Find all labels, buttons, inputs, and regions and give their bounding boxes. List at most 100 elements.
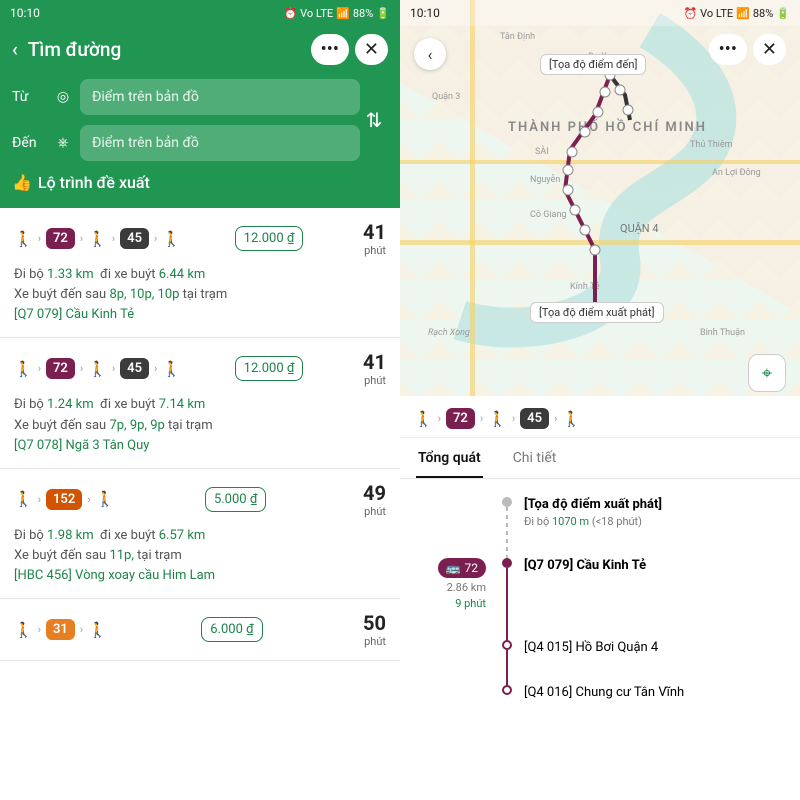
bus-dist: 2.86 km [416,581,486,594]
price-badge: 6.000 ₫ [201,617,262,642]
chevron-right-icon: › [38,493,41,506]
bus-chip: 72 [446,408,475,429]
walk-icon: 🚶 [562,410,581,428]
route-detail: Đi bộ 1.33 km đi xe buýt 6.44 kmXe buýt … [14,265,386,325]
timeline: [Tọa độ điểm xuất phát] Đi bộ 1070 m (<1… [400,479,800,700]
status-time: 10:10 [410,6,440,20]
battery-icon: 🔋 [376,7,390,20]
to-input[interactable]: Điểm trên bản đồ [80,125,360,161]
close-button[interactable]: ✕ [355,34,388,65]
bus-icon: 🚌 [446,561,461,575]
walk-icon: 🚶 [88,230,107,248]
chevron-right-icon: › [480,412,483,425]
tabs: Tổng quát Chi tiết [400,438,800,479]
route-card[interactable]: 🚶›72›🚶›45›🚶12.000 ₫41phútĐi bộ 1.33 km đ… [0,208,400,338]
to-label: Đến [12,135,46,151]
status-bar: 10:10 ⏰ Vo LTE 📶 88% 🔋 [400,0,800,26]
more-button[interactable]: ••• [709,34,747,65]
network-label: Vo LTE [700,7,733,20]
battery-icon: 🔋 [776,7,790,20]
locate-button[interactable]: ⌖ [748,354,786,392]
signal-icon: 📶 [336,7,350,20]
dest-callout[interactable]: [Tọa độ điểm đến] [540,54,646,75]
tl-stop: [Q4 015] Hồ Bơi Quận 4 [524,640,784,655]
walk-icon: 🚶 [96,490,115,508]
duration: 41phút [363,350,386,387]
swap-button[interactable]: ⇅ [360,108,388,132]
chevron-right-icon: › [38,623,41,636]
duration: 50phút [363,611,386,648]
tl-stop: [Q4 016] Chung cư Tân Vĩnh [524,685,784,700]
title-text: Tìm đường [28,38,121,61]
battery-label: 88% [753,7,773,20]
chevron-right-icon: › [112,232,115,245]
route-card[interactable]: 🚶›152›🚶5.000 ₫49phútĐi bộ 1.98 km đi xe … [0,469,400,599]
crosshair-icon: ⌖ [762,363,772,384]
bus-badge: 🚌72 [438,558,486,578]
bus-chip: 72 [46,358,75,379]
tab-overview[interactable]: Tổng quát [416,438,483,478]
chevron-right-icon: › [87,493,90,506]
network-label: Vo LTE [300,7,333,20]
bus-chip: 72 [46,228,75,249]
battery-label: 88% [353,7,373,20]
alarm-icon: ⏰ [683,7,697,20]
bus-chip: 152 [46,489,82,510]
price-badge: 12.000 ₫ [235,356,304,381]
status-time: 10:10 [10,6,40,20]
walk-icon: 🚶 [14,621,33,639]
bus-chip: 45 [520,408,549,429]
bus-time: 9 phút [416,597,486,610]
duration: 49phút [363,481,386,518]
chevron-right-icon: › [80,362,83,375]
chevron-right-icon: › [80,623,83,636]
close-icon: ✕ [762,39,777,60]
routes-list: 🚶 › 72 › 🚶 › 45 › 🚶 12.000 ₫ 41phút Đi bộ 1.33 km đ… [0,208,400,661]
route-chips: 🚶 › 31 › 🚶 [14,619,107,640]
bus-chip: 31 [46,619,75,640]
route-detail: Đi bộ 1.98 km đi xe buýt 6.57 kmXe buýt … [14,526,386,586]
duration: 41phút [363,220,386,257]
bus-chip: 45 [120,358,149,379]
route-card[interactable]: 🚶 › 31 › 🚶 6.000 ₫ 50phút [0,599,400,661]
walk-icon: 🚶 [14,490,33,508]
tab-detail[interactable]: Chi tiết [511,438,559,478]
tl-start-walk: Đi bộ 1070 m (<18 phút) [524,515,784,528]
signal-icon: 📶 [736,7,750,20]
detail-screen: 10:10 ⏰ Vo LTE 📶 88% 🔋 THÀNH PHỐ HỒ CHÍ … [400,0,800,800]
walk-icon: 🚶 [88,360,107,378]
tl-start-title: [Tọa độ điểm xuất phát] [524,497,784,512]
map[interactable]: THÀNH PHỐ HỒ CHÍ MINH SÀI Tân Định Đa Ka… [400,0,800,396]
suggested-title: 👍 Lộ trình đề xuất [12,173,388,192]
ellipsis-icon: ••• [719,39,737,60]
target-icon: ◎ [54,89,72,105]
back-icon[interactable]: ‹ [12,38,18,61]
route-card[interactable]: 🚶›72›🚶›45›🚶12.000 ₫41phútĐi bộ 1.24 km đ… [0,338,400,468]
bus-chip: 45 [120,228,149,249]
route-detail: Đi bộ 1.24 km đi xe buýt 7.14 kmXe buýt … [14,395,386,455]
from-input[interactable]: Điểm trên bản đồ [80,79,360,115]
chevron-right-icon: › [80,232,83,245]
routes-screen: 10:10 ⏰ Vo LTE 📶 88% 🔋 ‹ Tìm đường ••• ✕… [0,0,400,800]
walk-icon: 🚶 [88,621,107,639]
thumbs-up-icon: 👍 [12,173,32,192]
close-button[interactable]: ✕ [753,34,786,65]
alarm-icon: ⏰ [283,7,297,20]
chevron-right-icon: › [38,362,41,375]
close-icon: ✕ [364,39,379,60]
chevron-right-icon: › [438,412,441,425]
walk-icon: 🚶 [162,360,181,378]
status-icons: ⏰ Vo LTE 📶 88% 🔋 [683,7,790,20]
chevron-right-icon: › [154,362,157,375]
origin-callout[interactable]: [Tọa độ điểm xuất phát] [530,302,664,323]
status-icons: ⏰ Vo LTE 📶 88% 🔋 [283,7,390,20]
price-badge: 12.000 ₫ [235,226,304,251]
walk-icon: 🚶 [488,410,507,428]
ellipsis-icon: ••• [321,39,339,60]
more-button[interactable]: ••• [311,34,349,65]
swap-icon: ⇅ [366,108,383,132]
map-back-button[interactable]: ‹ [414,38,446,70]
walk-icon: 🚶 [162,230,181,248]
route-chips: 🚶 › 152 › 🚶 [14,489,114,510]
route-chips: 🚶›72›🚶›45›🚶 [14,228,181,249]
